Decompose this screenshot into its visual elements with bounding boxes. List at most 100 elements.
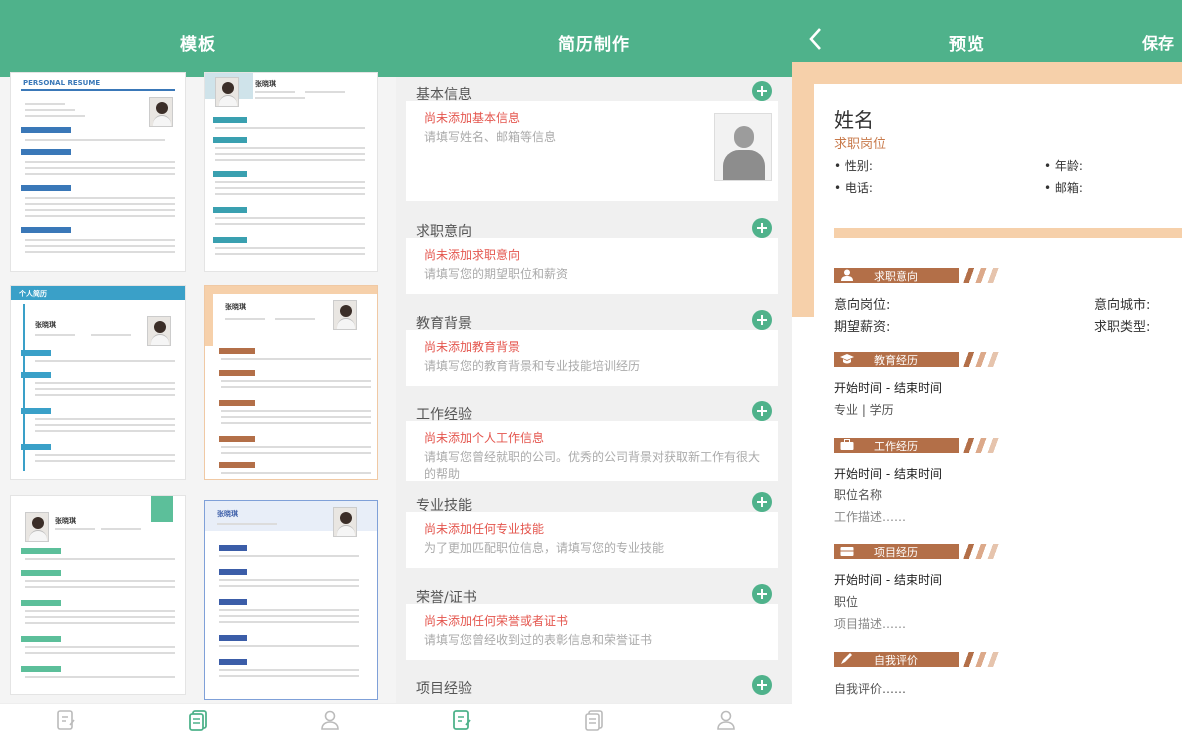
template-card-5[interactable]: 张晓琪 <box>10 495 186 695</box>
template-card-1[interactable]: PERSONAL RESUME <box>10 72 186 272</box>
hint-text: 请填写您的教育背景和专业技能培训经历 <box>424 359 641 373</box>
person-icon <box>841 269 853 281</box>
empty-notice: 尚未添加教育背景 <box>424 340 521 354</box>
template-name: 张晓琪 <box>225 303 246 311</box>
section-body[interactable]: 尚未添加教育背景 请填写您的教育背景和专业技能培训经历 <box>406 330 778 386</box>
empty-notice: 尚未添加基本信息 <box>424 111 521 125</box>
user-icon <box>321 710 339 730</box>
section-heading-label: 自我评价 <box>874 654 918 667</box>
section-body[interactable]: 尚未添加求职意向 请填写您的期望职位和薪资 <box>406 238 778 294</box>
hint-text: 为了更加匹配职位信息，请填写您的专业技能 <box>424 541 665 555</box>
edit-doc-icon <box>57 710 75 730</box>
project-role: 职位 <box>834 595 859 609</box>
tab-resume-make[interactable] <box>0 704 132 746</box>
phone-label: • 电话: <box>834 181 873 195</box>
template-name: 张晓琪 <box>55 517 76 525</box>
section-heading-project: 项目经历 <box>834 542 1014 560</box>
add-education-button[interactable] <box>752 310 772 330</box>
section-heading-intent: 求职意向 <box>834 266 1014 284</box>
graduation-cap-icon <box>840 354 854 364</box>
page-title: 模板 <box>180 35 216 55</box>
education-period: 开始时间 - 结束时间 <box>834 381 942 395</box>
age-label: • 年龄: <box>1044 159 1083 173</box>
template-card-2[interactable]: 张晓琪 <box>204 72 378 272</box>
target-job-label: 意向岗位: <box>834 298 891 313</box>
template-heading: PERSONAL RESUME <box>23 79 101 87</box>
add-projects-button[interactable] <box>752 675 772 695</box>
templates-icon <box>189 710 207 731</box>
avatar-placeholder[interactable] <box>714 113 772 181</box>
resume-name: 姓名 <box>834 108 874 132</box>
templates-header: 模板 <box>0 0 396 77</box>
section-body[interactable]: 尚未添加个人工作信息 请填写您曾经就职的公司。优秀的公司背景对获取新工作有很大的… <box>406 421 778 481</box>
preview-panel: 预览 保存 姓名 求职岗位 • 性别: • 年龄: • 电话: • 邮箱: 求职… <box>792 0 1182 746</box>
add-work-experience-button[interactable] <box>752 401 772 421</box>
templates-icon <box>585 710 603 731</box>
hint-text: 请填写您曾经收到过的表彰信息和荣誉证书 <box>424 633 653 647</box>
work-role: 职位名称 <box>834 488 883 502</box>
empty-notice: 尚未添加任何荣誉或者证书 <box>424 614 569 628</box>
bottom-tab-bar <box>396 703 792 746</box>
resume-preview: 姓名 求职岗位 • 性别: • 年龄: • 电话: • 邮箱: 求职意向 意向岗… <box>814 84 1182 746</box>
tab-resume-make[interactable] <box>396 704 528 746</box>
page-title: 预览 <box>949 35 985 55</box>
hint-text: 请填写姓名、邮箱等信息 <box>424 130 557 144</box>
add-basic-info-button[interactable] <box>752 81 772 101</box>
work-desc: 工作描述…… <box>834 510 907 524</box>
pen-icon <box>841 653 852 664</box>
decor-left-band <box>792 77 814 317</box>
template-name: 张晓琪 <box>217 510 238 518</box>
editor-panel: 简历制作 基本信息 尚未添加基本信息 请填写姓名、邮箱等信息 求职意向 尚未添加… <box>396 0 792 746</box>
work-period: 开始时间 - 结束时间 <box>834 467 942 481</box>
tab-templates[interactable] <box>528 704 660 746</box>
self-eval-text: 自我评价…… <box>834 682 907 696</box>
decor-divider <box>834 228 1182 238</box>
section-title: 项目经验 <box>416 681 472 697</box>
add-skills-button[interactable] <box>752 492 772 512</box>
user-icon <box>717 710 735 730</box>
target-city-label: 意向城市: <box>1094 298 1151 313</box>
section-body[interactable]: 尚未添加任何专业技能 为了更加匹配职位信息，请填写您的专业技能 <box>406 512 778 568</box>
gender-label: • 性别: <box>834 159 873 173</box>
save-button[interactable]: 保存 <box>1142 30 1174 54</box>
tab-templates[interactable] <box>132 704 264 746</box>
add-honors-button[interactable] <box>752 584 772 604</box>
empty-notice: 尚未添加个人工作信息 <box>424 431 545 445</box>
template-card-4[interactable]: 张晓琪 <box>204 285 378 480</box>
email-label: • 邮箱: <box>1044 181 1083 195</box>
section-heading-label: 项目经历 <box>874 546 918 559</box>
hint-text: 请填写您的期望职位和薪资 <box>424 267 569 281</box>
template-card-3[interactable]: 个人简历 张晓琪 <box>10 285 186 480</box>
template-name: 张晓琪 <box>255 80 276 88</box>
briefcase-icon <box>840 439 854 450</box>
section-heading-work: 工作经历 <box>834 436 1014 454</box>
tab-profile[interactable] <box>660 704 792 746</box>
empty-notice: 尚未添加任何专业技能 <box>424 522 545 536</box>
section-heading-label: 工作经历 <box>874 440 918 453</box>
section-header: 项目经验 <box>396 671 792 705</box>
add-job-intent-button[interactable] <box>752 218 772 238</box>
section-heading-self-eval: 自我评价 <box>834 650 1014 668</box>
resume-position: 求职岗位 <box>834 137 887 152</box>
section-body[interactable]: 尚未添加基本信息 请填写姓名、邮箱等信息 <box>406 101 778 201</box>
templates-panel: 模板 PERSONAL RESUME 张晓琪 个人简历 张晓琪 张晓琪 张晓琪 … <box>0 0 396 746</box>
editor-header: 简历制作 <box>396 0 792 77</box>
bottom-tab-bar <box>0 703 396 746</box>
edit-doc-icon <box>453 710 471 730</box>
decor-top-band <box>792 62 1182 84</box>
education-detail: 专业 | 学历 <box>834 403 894 417</box>
empty-notice: 尚未添加求职意向 <box>424 248 521 262</box>
section-heading-education: 教育经历 <box>834 350 1014 368</box>
section-heading-label: 教育经历 <box>874 354 918 367</box>
template-card-6[interactable]: 张晓琪 <box>204 500 378 700</box>
salary-label: 期望薪资: <box>834 320 891 335</box>
template-grid: PERSONAL RESUME 张晓琪 个人简历 张晓琪 张晓琪 张晓琪 张晓琪 <box>0 72 396 703</box>
template-heading: 个人简历 <box>19 290 47 298</box>
project-period: 开始时间 - 结束时间 <box>834 573 942 587</box>
hint-text: 请填写您曾经就职的公司。优秀的公司背景对获取新工作有很大的帮助 <box>424 450 761 481</box>
tab-profile[interactable] <box>264 704 396 746</box>
page-title: 简历制作 <box>558 35 630 55</box>
project-desc: 项目描述…… <box>834 617 907 631</box>
section-heading-label: 求职意向 <box>874 270 918 283</box>
section-body[interactable]: 尚未添加任何荣誉或者证书 请填写您曾经收到过的表彰信息和荣誉证书 <box>406 604 778 660</box>
